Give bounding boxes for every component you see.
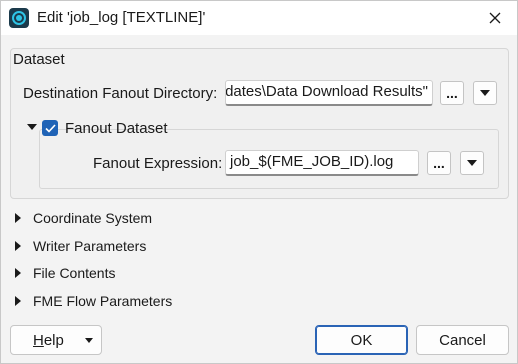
destination-browse-button[interactable]: ...	[440, 81, 464, 105]
chevron-down-icon	[480, 90, 490, 96]
fanout-dataset-checkbox[interactable]	[42, 120, 58, 136]
section-label: Writer Parameters	[33, 238, 147, 254]
chevron-right-icon	[15, 268, 21, 278]
section-writer-parameters[interactable]: Writer Parameters	[15, 236, 146, 256]
destination-options-button[interactable]	[473, 81, 497, 105]
help-button[interactable]: Help	[10, 325, 102, 355]
cancel-button-label: Cancel	[439, 331, 486, 349]
section-label: FME Flow Parameters	[33, 293, 173, 309]
section-coordinate-system[interactable]: Coordinate System	[15, 208, 152, 228]
section-label: Coordinate System	[33, 210, 153, 226]
chevron-right-icon	[15, 241, 21, 251]
fanout-expression-field[interactable]: job_$(FME_JOB_ID).log	[225, 150, 419, 176]
destination-directory-label: Destination Fanout Directory:	[23, 85, 218, 102]
close-button[interactable]	[477, 3, 513, 33]
section-label: File Contents	[33, 265, 116, 281]
close-icon	[489, 12, 501, 24]
fanout-collapse-toggle[interactable]	[27, 124, 37, 130]
section-fme-flow-parameters[interactable]: FME Flow Parameters	[15, 291, 172, 311]
fanout-expression-browse-button[interactable]: ...	[427, 151, 451, 175]
ok-button[interactable]: OK	[315, 325, 408, 355]
help-button-label: Help	[33, 331, 64, 349]
chevron-right-icon	[15, 213, 21, 223]
checkmark-icon	[44, 123, 56, 133]
destination-directory-field[interactable]: dates\Data Download Results"	[225, 80, 433, 106]
dataset-group-title: Dataset	[13, 51, 65, 68]
fanout-expression-options-button[interactable]	[460, 151, 484, 175]
chevron-down-icon	[467, 160, 477, 166]
ellipsis-icon: ...	[446, 85, 458, 101]
section-file-contents[interactable]: File Contents	[15, 263, 115, 283]
chevron-down-icon	[27, 124, 37, 130]
edit-writer-dialog: Edit 'job_log [TEXTLINE]' Dataset Destin…	[0, 0, 518, 364]
window-title: Edit 'job_log [TEXTLINE]'	[37, 9, 206, 26]
ok-button-label: OK	[350, 331, 373, 349]
ellipsis-icon: ...	[433, 155, 445, 171]
title-bar: Edit 'job_log [TEXTLINE]'	[1, 1, 517, 35]
cancel-button[interactable]: Cancel	[416, 325, 509, 355]
fanout-expression-label: Fanout Expression:	[93, 155, 223, 172]
chevron-right-icon	[15, 296, 21, 306]
chevron-down-icon	[85, 338, 93, 343]
fme-app-icon	[9, 8, 29, 28]
fanout-dataset-label: Fanout Dataset	[65, 120, 168, 137]
